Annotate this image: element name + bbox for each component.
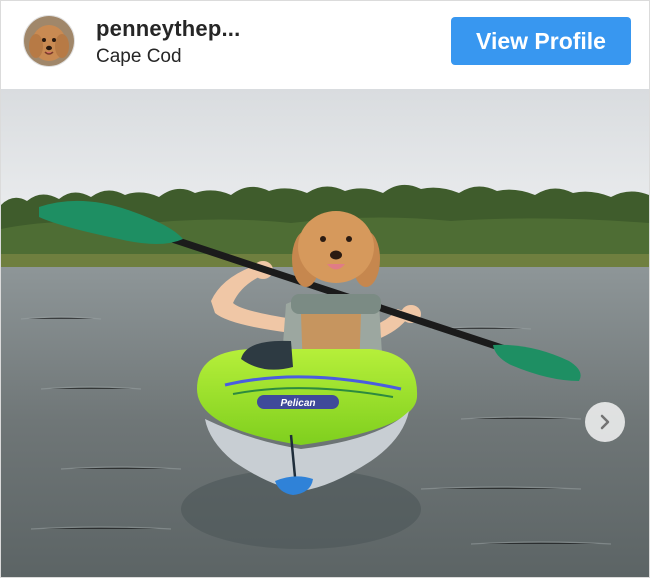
post-photo[interactable]: Pelican: [1, 89, 649, 577]
view-profile-button[interactable]: View Profile: [451, 17, 631, 65]
post-header: penneythep... Cape Cod View Profile: [1, 1, 649, 87]
kayak-brand-text: Pelican: [280, 398, 315, 409]
next-photo-button[interactable]: [585, 402, 625, 442]
avatar[interactable]: [23, 15, 75, 67]
location-label[interactable]: Cape Cod: [96, 46, 182, 68]
post-card: penneythep... Cape Cod View Profile Peli…: [0, 0, 650, 578]
chevron-right-icon: [600, 414, 610, 430]
username[interactable]: penneythep...: [96, 16, 240, 42]
